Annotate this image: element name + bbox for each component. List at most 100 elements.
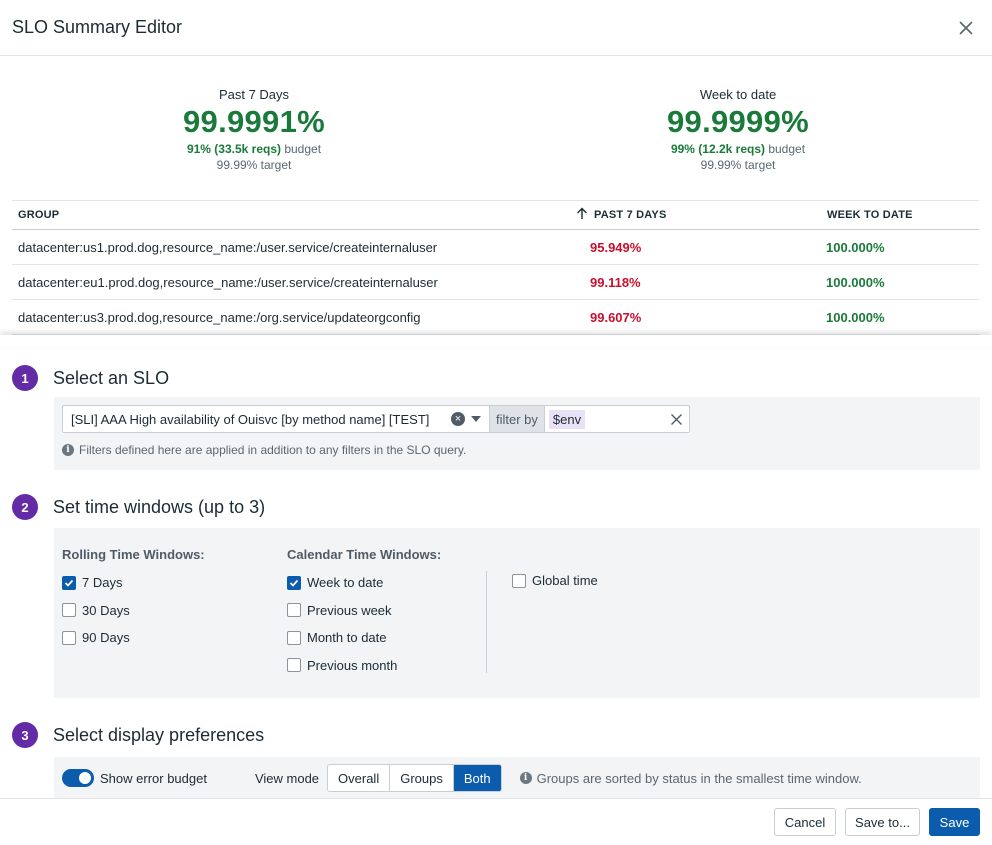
rolling-heading: Rolling Time Windows: — [62, 547, 205, 562]
group-cell: datacenter:eu1.prod.dog,resource_name:/u… — [12, 264, 572, 300]
checkbox-label: 90 Days — [82, 630, 130, 646]
chevron-down-icon[interactable] — [471, 416, 481, 422]
close-icon[interactable] — [670, 413, 683, 426]
table-row[interactable]: datacenter:eu1.prod.dog,resource_name:/u… — [12, 264, 979, 300]
checkbox-global-time[interactable]: Global time — [512, 567, 598, 595]
checkbox-label: Previous week — [307, 602, 392, 618]
dialog-header: SLO Summary Editor — [0, 0, 992, 56]
cancel-button[interactable]: Cancel — [774, 808, 836, 836]
save-to-button[interactable]: Save to... — [845, 808, 920, 836]
wtd-cell: 100.000% — [822, 229, 979, 265]
summary-value: 99.9991% — [182, 104, 326, 139]
past7-cell: 95.949% — [572, 229, 822, 265]
checkbox-previous-month[interactable]: Previous month — [287, 652, 441, 680]
filter-tag[interactable]: $env — [548, 409, 586, 429]
past7-cell: 99.118% — [572, 264, 822, 300]
view-mode-groups[interactable]: Groups — [390, 765, 454, 791]
budget-amount: 91% (33.5k reqs) — [186, 142, 281, 156]
step-number: 3 — [12, 722, 38, 748]
info-icon: i — [519, 772, 532, 784]
summary-week-to-date: Week to date 99.9999% 99% (12.2k reqs) b… — [496, 87, 980, 200]
checkbox-icon[interactable] — [62, 603, 76, 618]
checkbox-week-to-date[interactable]: Week to date — [287, 569, 441, 597]
display-preferences-panel: Show error budget View mode Overall Grou… — [54, 757, 980, 798]
summary-target: 99.99% target — [216, 158, 292, 172]
global-time-window: Global time — [512, 567, 598, 595]
filter-info-text: Filters defined here are applied in addi… — [79, 443, 467, 457]
checkbox-90-days[interactable]: 90 Days — [62, 624, 205, 652]
column-header-past-7-days[interactable]: PAST 7 DAYS — [572, 200, 822, 230]
sort-ascending-icon — [576, 207, 588, 223]
close-icon[interactable] — [954, 16, 978, 40]
wtd-cell: 100.000% — [822, 299, 979, 335]
slo-summary: Past 7 Days 99.9991% 91% (33.5k reqs) bu… — [0, 57, 992, 200]
view-mode-label: View mode — [254, 770, 320, 786]
column-header-label: PAST 7 DAYS — [594, 209, 667, 221]
step-2-heading: 2 Set time windows (up to 3) — [12, 494, 265, 520]
view-mode-selector: Overall Groups Both — [327, 764, 502, 792]
toggle-label: Show error budget — [100, 770, 207, 786]
checkbox-icon[interactable] — [287, 630, 301, 645]
step-title: Set time windows (up to 3) — [53, 496, 266, 517]
wtd-cell: 100.000% — [822, 264, 979, 300]
view-mode-both[interactable]: Both — [453, 765, 501, 791]
table-row[interactable]: datacenter:us3.prod.dog,resource_name:/o… — [12, 299, 979, 335]
checkbox-label: Week to date — [307, 575, 384, 591]
dialog-title: SLO Summary Editor — [12, 17, 183, 37]
step-number: 1 — [12, 365, 38, 391]
checkbox-icon[interactable] — [287, 575, 301, 590]
checkbox-icon[interactable] — [512, 573, 526, 588]
checkbox-7-days[interactable]: 7 Days — [62, 569, 205, 597]
filter-info: i Filters defined here are applied in ad… — [62, 443, 980, 457]
filter-by-label: filter by — [490, 405, 544, 433]
checkbox-icon[interactable] — [287, 603, 301, 618]
column-header-group[interactable]: GROUP — [12, 200, 572, 230]
dialog-footer: Cancel Save to... Save — [0, 798, 992, 845]
column-header-week-to-date[interactable]: WEEK TO DATE — [822, 200, 979, 230]
checkbox-icon[interactable] — [287, 658, 301, 673]
checkbox-label: 7 Days — [82, 575, 123, 591]
summary-label: Week to date — [699, 87, 777, 102]
checkbox-label: Previous month — [307, 657, 398, 673]
groups-table: GROUP PAST 7 DAYS WEEK TO DATE datacente… — [12, 200, 979, 335]
view-mode-overall[interactable]: Overall — [328, 765, 391, 791]
summary-past-7-days: Past 7 Days 99.9991% 91% (33.5k reqs) bu… — [12, 87, 496, 200]
checkbox-icon[interactable] — [62, 575, 76, 590]
table-row[interactable]: datacenter:us1.prod.dog,resource_name:/u… — [12, 229, 979, 265]
checkbox-previous-week[interactable]: Previous week — [287, 597, 441, 625]
toggle-knob — [79, 772, 91, 784]
filter-input[interactable]: $env — [543, 405, 690, 433]
group-cell: datacenter:us3.prod.dog,resource_name:/o… — [12, 299, 572, 335]
budget-suffix: budget — [281, 142, 322, 156]
table-header-row: GROUP PAST 7 DAYS WEEK TO DATE — [12, 200, 979, 230]
slo-select-value: [SLI] AAA High availability of Ouisvc [b… — [71, 411, 430, 427]
summary-label: Past 7 Days — [218, 87, 290, 102]
sort-info-text: Groups are sorted by status in the small… — [536, 770, 862, 786]
checkbox-label: Global time — [532, 573, 598, 589]
calendar-heading: Calendar Time Windows: — [287, 547, 442, 562]
step-title: Select display preferences — [53, 724, 265, 745]
summary-value: 99.9999% — [666, 104, 810, 139]
group-cell: datacenter:us1.prod.dog,resource_name:/u… — [12, 229, 572, 265]
checkbox-label: 30 Days — [82, 602, 130, 618]
checkbox-icon[interactable] — [62, 630, 76, 645]
clear-icon[interactable]: × — [451, 412, 465, 426]
select-slo-panel: [SLI] AAA High availability of Ouisvc [b… — [54, 397, 980, 470]
save-button[interactable]: Save — [929, 808, 980, 836]
budget-suffix: budget — [765, 142, 806, 156]
divider — [486, 571, 487, 673]
table-scroll-shadow — [0, 335, 992, 347]
sort-info: i Groups are sorted by status in the sma… — [519, 770, 862, 786]
summary-target: 99.99% target — [700, 158, 776, 172]
checkbox-label: Month to date — [307, 630, 387, 646]
step-number: 2 — [12, 494, 38, 520]
info-icon: i — [62, 444, 74, 456]
checkbox-30-days[interactable]: 30 Days — [62, 597, 205, 625]
dialog-body[interactable]: Past 7 Days 99.9991% 91% (33.5k reqs) bu… — [0, 57, 992, 798]
checkbox-month-to-date[interactable]: Month to date — [287, 624, 441, 652]
summary-budget: 91% (33.5k reqs) budget — [12, 142, 496, 156]
step-3-heading: 3 Select display preferences — [12, 722, 264, 748]
rolling-time-windows: Rolling Time Windows: 7 Days 30 Days 90 … — [62, 528, 205, 652]
slo-select[interactable]: [SLI] AAA High availability of Ouisvc [b… — [62, 405, 490, 433]
show-error-budget-toggle[interactable] — [62, 769, 94, 787]
